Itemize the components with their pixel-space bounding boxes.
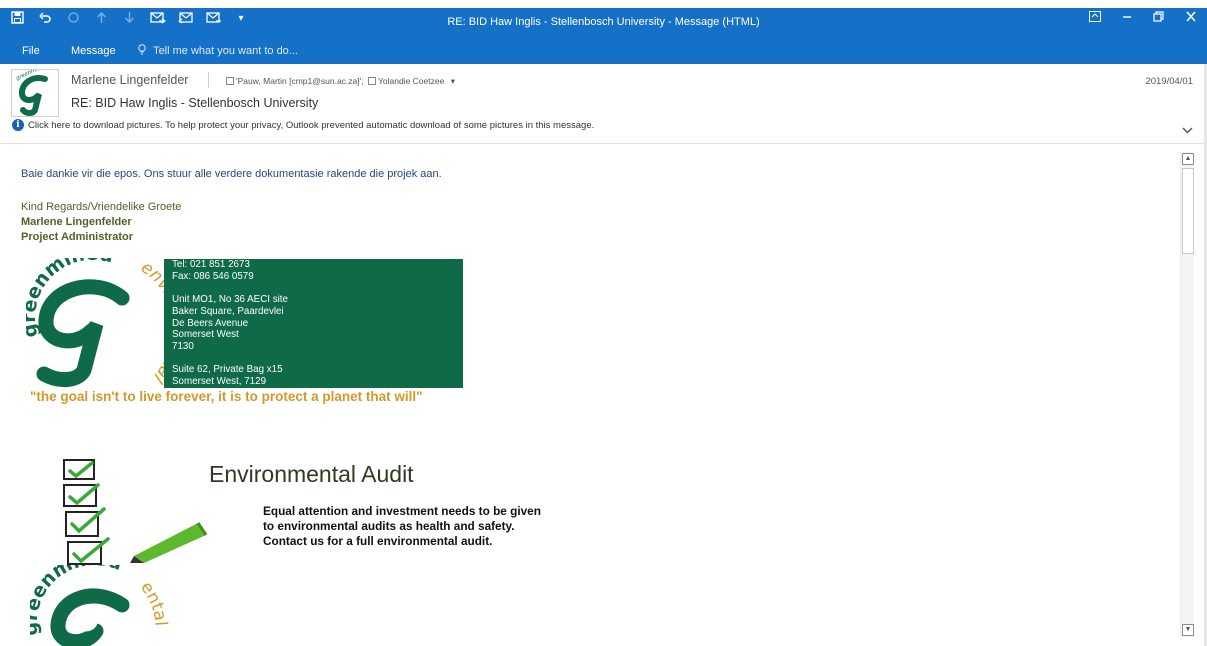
info-icon: i — [12, 119, 24, 131]
contact-line: Somerset West — [172, 329, 239, 341]
ribbon-display-icon[interactable] — [1089, 10, 1101, 25]
contact-line: Fax: 086 546 0579 — [172, 270, 254, 282]
signature-regards: Kind Regards/Vriendelike Groete — [21, 201, 182, 213]
contact-line: De Beers Avenue — [172, 317, 249, 329]
logo-environmental-text: environmental — [137, 258, 166, 387]
lightbulb-icon — [138, 44, 149, 57]
signature-quote: "the goal isn't to live forever, it is t… — [30, 389, 423, 404]
scroll-up-arrow-icon[interactable]: ▲ — [1182, 153, 1194, 165]
checklist-pen-icon — [63, 459, 208, 565]
contact-line: Tel: 021 851 2673 — [172, 259, 250, 270]
logo-environmental-text: ental — [136, 578, 170, 627]
sender-name[interactable]: Marlene Lingenfelder — [71, 73, 188, 87]
window-title: RE: BID Haw Inglis - Stellenbosch Univer… — [447, 16, 760, 28]
scroll-thumb[interactable] — [1182, 168, 1194, 254]
tell-me-text: Tell me what you want to do... — [153, 45, 298, 57]
tab-message[interactable]: Message — [71, 45, 116, 57]
greenmined-logo: greenmined environmental — [26, 258, 166, 387]
audit-line: Equal attention and investment needs to … — [263, 504, 541, 518]
avatar: greenmined — [11, 69, 59, 117]
recipients-dropdown-icon[interactable]: ▾ — [451, 76, 455, 86]
contact-line — [172, 282, 463, 294]
signature-role: Project Administrator — [21, 231, 134, 243]
greenmined-logo-bottom: greenmined ental — [30, 565, 170, 646]
restore-icon[interactable] — [1153, 10, 1165, 25]
close-icon[interactable] — [1185, 10, 1197, 25]
info-bar-text[interactable]: Click here to download pictures. To help… — [28, 120, 594, 131]
vertical-scrollbar[interactable]: ▲ ▼ — [1180, 152, 1194, 637]
recipient-checkbox-icon — [226, 77, 234, 85]
message-subject: RE: BID Haw Inglis - Stellenbosch Univer… — [71, 96, 319, 110]
scroll-down-arrow-icon[interactable]: ▼ — [1182, 624, 1194, 636]
tell-me-box[interactable]: Tell me what you want to do... — [138, 44, 298, 57]
audit-line: Contact us for a full environmental audi… — [263, 534, 493, 548]
signature-block: Kind Regards/Vriendelike Groete Marlene … — [21, 200, 181, 245]
expand-header-chevron-icon[interactable] — [1182, 123, 1193, 137]
audit-title: Environmental Audit — [209, 461, 414, 487]
body-main-text: Baie dankie vir die epos. Ons stuur alle… — [21, 168, 442, 180]
contact-line — [172, 353, 463, 365]
recipient-2[interactable]: Yolandie Coetzee — [378, 76, 444, 86]
recipient-checkbox-icon — [368, 77, 376, 85]
contact-line: Somerset West, 7129 — [172, 376, 267, 388]
audit-line: to environmental audits as health and sa… — [263, 519, 515, 533]
recipients[interactable]: 'Pauw, Martin [cmp1@sun.ac.za]'; Yolandi… — [226, 76, 455, 87]
recipient-1[interactable]: 'Pauw, Martin [cmp1@sun.ac.za]'; — [236, 76, 364, 86]
audit-text: Equal attention and investment needs to … — [263, 504, 541, 549]
contact-line: 7130 — [172, 340, 194, 352]
minimize-icon[interactable] — [1121, 10, 1133, 25]
window-controls — [1089, 10, 1197, 25]
contact-details-box: Tel: 021 851 2673 Fax: 086 546 0579 Unit… — [164, 259, 463, 388]
header-divider — [208, 72, 209, 88]
contact-line: Unit MO1, No 36 AECI site — [172, 294, 288, 306]
message-header: greenmined Marlene Lingenfelder 'Pauw, M… — [0, 64, 1207, 144]
message-date: 2019/04/01 — [1145, 76, 1193, 87]
info-bar[interactable]: i Click here to download pictures. To he… — [12, 119, 594, 131]
contact-line: Baker Square, Paardevlei — [172, 305, 284, 317]
signature-name: Marlene Lingenfelder — [21, 216, 132, 228]
contact-line: Suite 62, Private Bag x15 — [172, 364, 283, 376]
tab-file[interactable]: File — [22, 45, 40, 57]
title-bar: ▾ RE: BID Haw Inglis - Stellenbosch Univ… — [0, 8, 1207, 64]
message-body: Baie dankie vir die epos. Ons stuur alle… — [0, 145, 1180, 646]
